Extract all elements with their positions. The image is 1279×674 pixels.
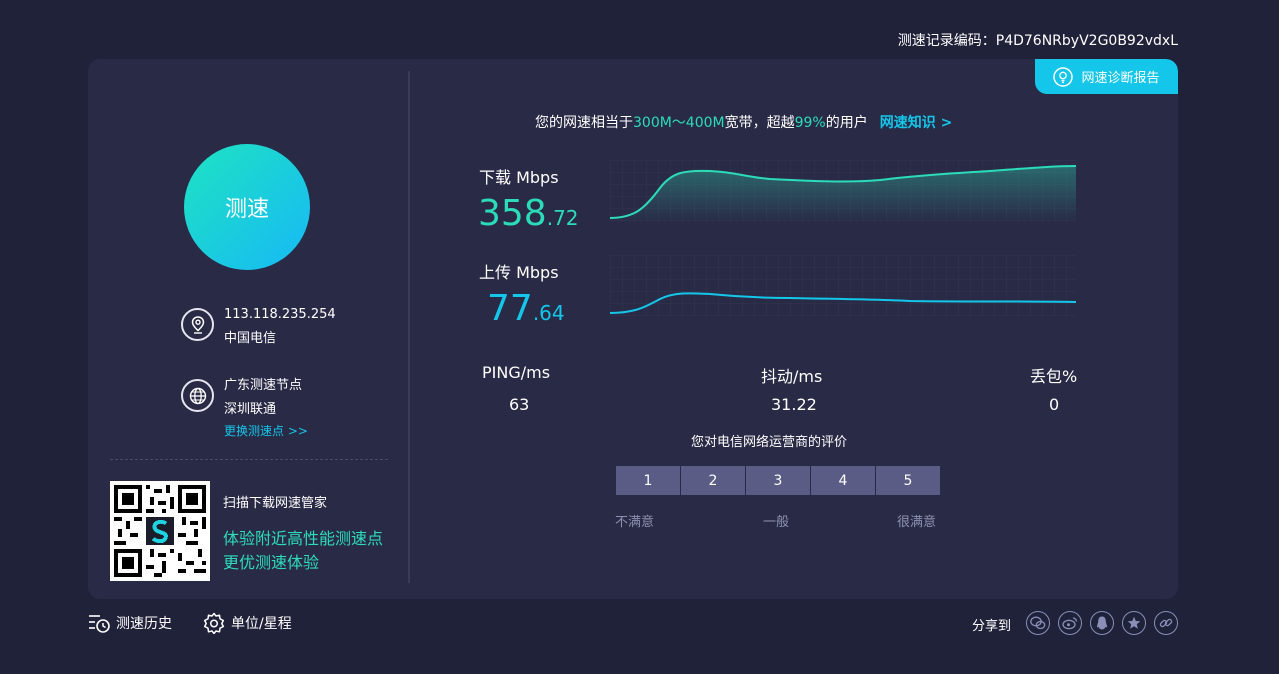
ping-label: PING/ms — [482, 363, 551, 382]
app-promo-title: 扫描下载网速管家 — [223, 496, 328, 511]
rating-buttons: 1 2 3 4 5 — [616, 466, 941, 495]
weibo-icon[interactable] — [1058, 611, 1082, 635]
loss-value: 0 — [1049, 395, 1060, 414]
upload-label: 上传 Mbps — [479, 263, 559, 282]
loss-label: 丢包% — [1030, 367, 1078, 386]
rating-title: 您对电信网络运营商的评价 — [691, 435, 848, 450]
summary-prefix: 您的网速相当于 — [535, 115, 633, 131]
ping-value: 63 — [509, 395, 530, 414]
speed-summary: 您的网速相当于300M～400M宽带，超越99%的用户 网速知识 > — [535, 112, 952, 132]
rating-option-5[interactable]: 5 — [876, 466, 940, 495]
rating-option-3[interactable]: 3 — [746, 466, 810, 495]
units-label: 单位/星程 — [231, 616, 292, 632]
gear-icon — [203, 612, 225, 634]
history-button[interactable]: 测速历史 — [88, 612, 172, 634]
rating-low-label: 不满意 — [615, 515, 655, 530]
history-icon — [89, 615, 110, 633]
download-value: 358.72 — [478, 196, 579, 236]
app-promo-line-1: 体验附近高性能测速点 — [223, 529, 384, 548]
ip-address: 113.118.235.254 — [224, 307, 336, 322]
speed-knowledge-link[interactable]: 网速知识 > — [880, 115, 953, 131]
jitter-value: 31.22 — [771, 395, 817, 414]
upload-graph — [610, 255, 1076, 317]
rating-option-4[interactable]: 4 — [811, 466, 875, 495]
units-button[interactable]: 单位/星程 — [203, 612, 292, 634]
upload-int: 77 — [487, 288, 533, 329]
download-int: 358 — [478, 193, 547, 234]
app-promo-line-2: 更优测速体验 — [223, 553, 320, 572]
rating-option-2[interactable]: 2 — [681, 466, 745, 495]
summary-mid: 宽带，超越 — [724, 115, 795, 131]
diagnose-report-button[interactable]: 网速诊断报告 — [1035, 59, 1178, 94]
location-pin-icon — [181, 308, 214, 341]
node-info: 广东测速节点 深圳联通 更换测速点 >> — [181, 374, 308, 439]
diagnose-report-label: 网速诊断报告 — [1081, 71, 1160, 86]
left-divider — [110, 459, 388, 460]
summary-percent: 99% — [794, 115, 826, 131]
isp-name: 中国电信 — [224, 331, 277, 346]
change-node-link[interactable]: 更换测速点 >> — [224, 422, 308, 439]
qr-code — [110, 481, 210, 581]
summary-suffix: 的用户 — [825, 115, 868, 131]
record-code: 测速记录编码：P4D76NRbyV2G0B92vdxL — [897, 33, 1178, 49]
qq-icon[interactable] — [1090, 611, 1114, 635]
rating-mid-label: 一般 — [763, 515, 790, 530]
qzone-icon[interactable] — [1122, 611, 1146, 635]
share-label: 分享到 — [972, 619, 1012, 634]
wechat-icon[interactable] — [1026, 611, 1050, 635]
bulb-icon — [1053, 66, 1074, 87]
history-label: 测速历史 — [116, 616, 172, 632]
rating-high-label: 很满意 — [897, 515, 937, 530]
download-label: 下载 Mbps — [479, 168, 559, 187]
upload-value: 77.64 — [487, 291, 565, 331]
rating-option-1[interactable]: 1 — [616, 466, 680, 495]
column-divider — [408, 71, 410, 583]
jitter-label: 抖动/ms — [761, 367, 823, 386]
link-icon[interactable] — [1154, 611, 1178, 635]
download-graph — [610, 160, 1076, 222]
upload-dec: .64 — [532, 301, 565, 325]
start-test-button[interactable]: 测速 — [184, 144, 310, 270]
summary-range: 300M～400M — [633, 115, 725, 131]
ip-info: 113.118.235.254 中国电信 — [181, 303, 336, 351]
node-carrier: 深圳联通 — [224, 402, 277, 417]
globe-icon — [181, 379, 214, 412]
download-dec: .72 — [546, 206, 579, 230]
node-name: 广东测速节点 — [224, 378, 303, 393]
result-card: 网速诊断报告 测速 113.118.235.254 中国电信 广东测速节点 深圳… — [88, 59, 1178, 599]
